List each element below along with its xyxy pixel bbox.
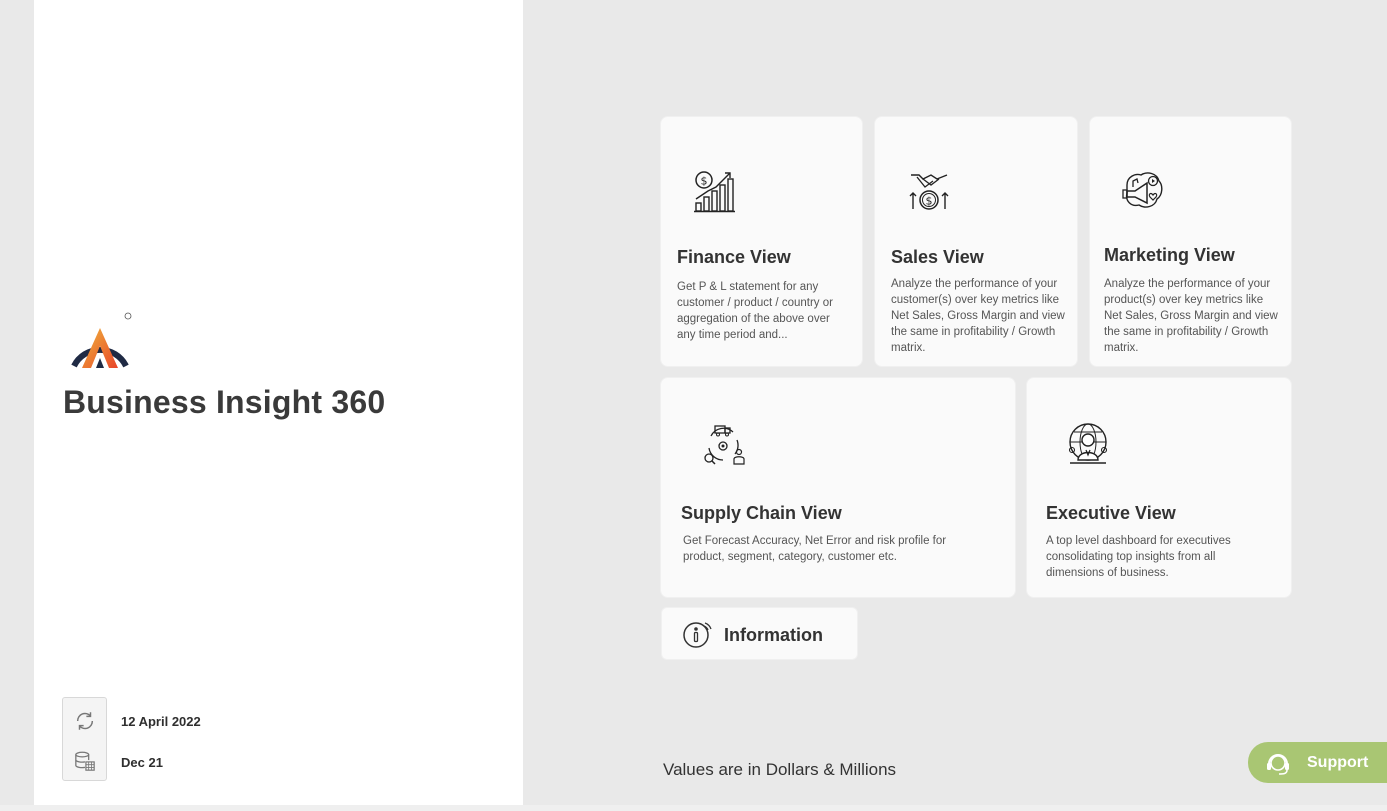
refresh-icon[interactable] xyxy=(74,710,96,732)
data-through-date: Dec 21 xyxy=(121,755,163,770)
marketing-view-description: Analyze the performance of your product(… xyxy=(1104,278,1278,354)
marketing-view-title: Marketing View xyxy=(1104,245,1235,265)
megaphone-icon xyxy=(1122,172,1163,208)
executive-view-title: Executive View xyxy=(1046,503,1176,523)
handshake-dollar-icon: $ xyxy=(909,174,949,210)
supply-chain-view-card[interactable]: Supply Chain View Get Forecast Accuracy,… xyxy=(660,377,1016,598)
marketing-view-card[interactable]: Marketing View Analyze the performance o… xyxy=(1089,116,1292,367)
executive-view-card[interactable]: Executive View A top level dashboard for… xyxy=(1026,377,1292,598)
headset-icon xyxy=(1267,754,1289,775)
supply-chain-view-title: Supply Chain View xyxy=(681,503,842,523)
units-footnote: Values are in Dollars & Millions xyxy=(663,760,897,779)
information-label: Information xyxy=(724,625,823,645)
finance-view-card[interactable]: $ Finance View Get P & L statement for a… xyxy=(660,116,863,367)
info-icon xyxy=(683,622,712,648)
finance-view-description: Get P & L statement for any customer / p… xyxy=(677,281,833,341)
supply-chain-view-description: Get Forecast Accuracy, Net Error and ris… xyxy=(683,535,947,563)
refresh-info-box xyxy=(62,697,107,781)
supply-chain-cycle-icon xyxy=(704,425,745,465)
last-refresh-date: 12 April 2022 xyxy=(121,714,201,729)
finance-chart-icon: $ xyxy=(694,171,735,213)
svg-text:$: $ xyxy=(926,195,933,208)
bottom-divider xyxy=(0,805,1387,811)
app-title: Business Insight 360 xyxy=(63,384,386,420)
atliq-logo xyxy=(71,312,132,368)
left-panel: Business Insight 360 12 April 2022 Dec 2… xyxy=(34,0,523,805)
sales-view-description: Analyze the performance of your customer… xyxy=(891,278,1065,354)
sales-view-card[interactable]: $ Sales View Analyze the performance of … xyxy=(874,116,1078,367)
information-button[interactable]: Information xyxy=(661,607,858,660)
database-table-icon xyxy=(75,751,95,771)
support-button[interactable]: Support xyxy=(1248,742,1387,783)
executive-view-description: A top level dashboard for executives con… xyxy=(1046,535,1231,579)
support-label: Support xyxy=(1307,754,1369,771)
executive-globe-icon xyxy=(1068,423,1108,464)
sales-view-title: Sales View xyxy=(891,247,984,267)
finance-view-title: Finance View xyxy=(677,247,791,267)
svg-text:$: $ xyxy=(701,175,708,188)
